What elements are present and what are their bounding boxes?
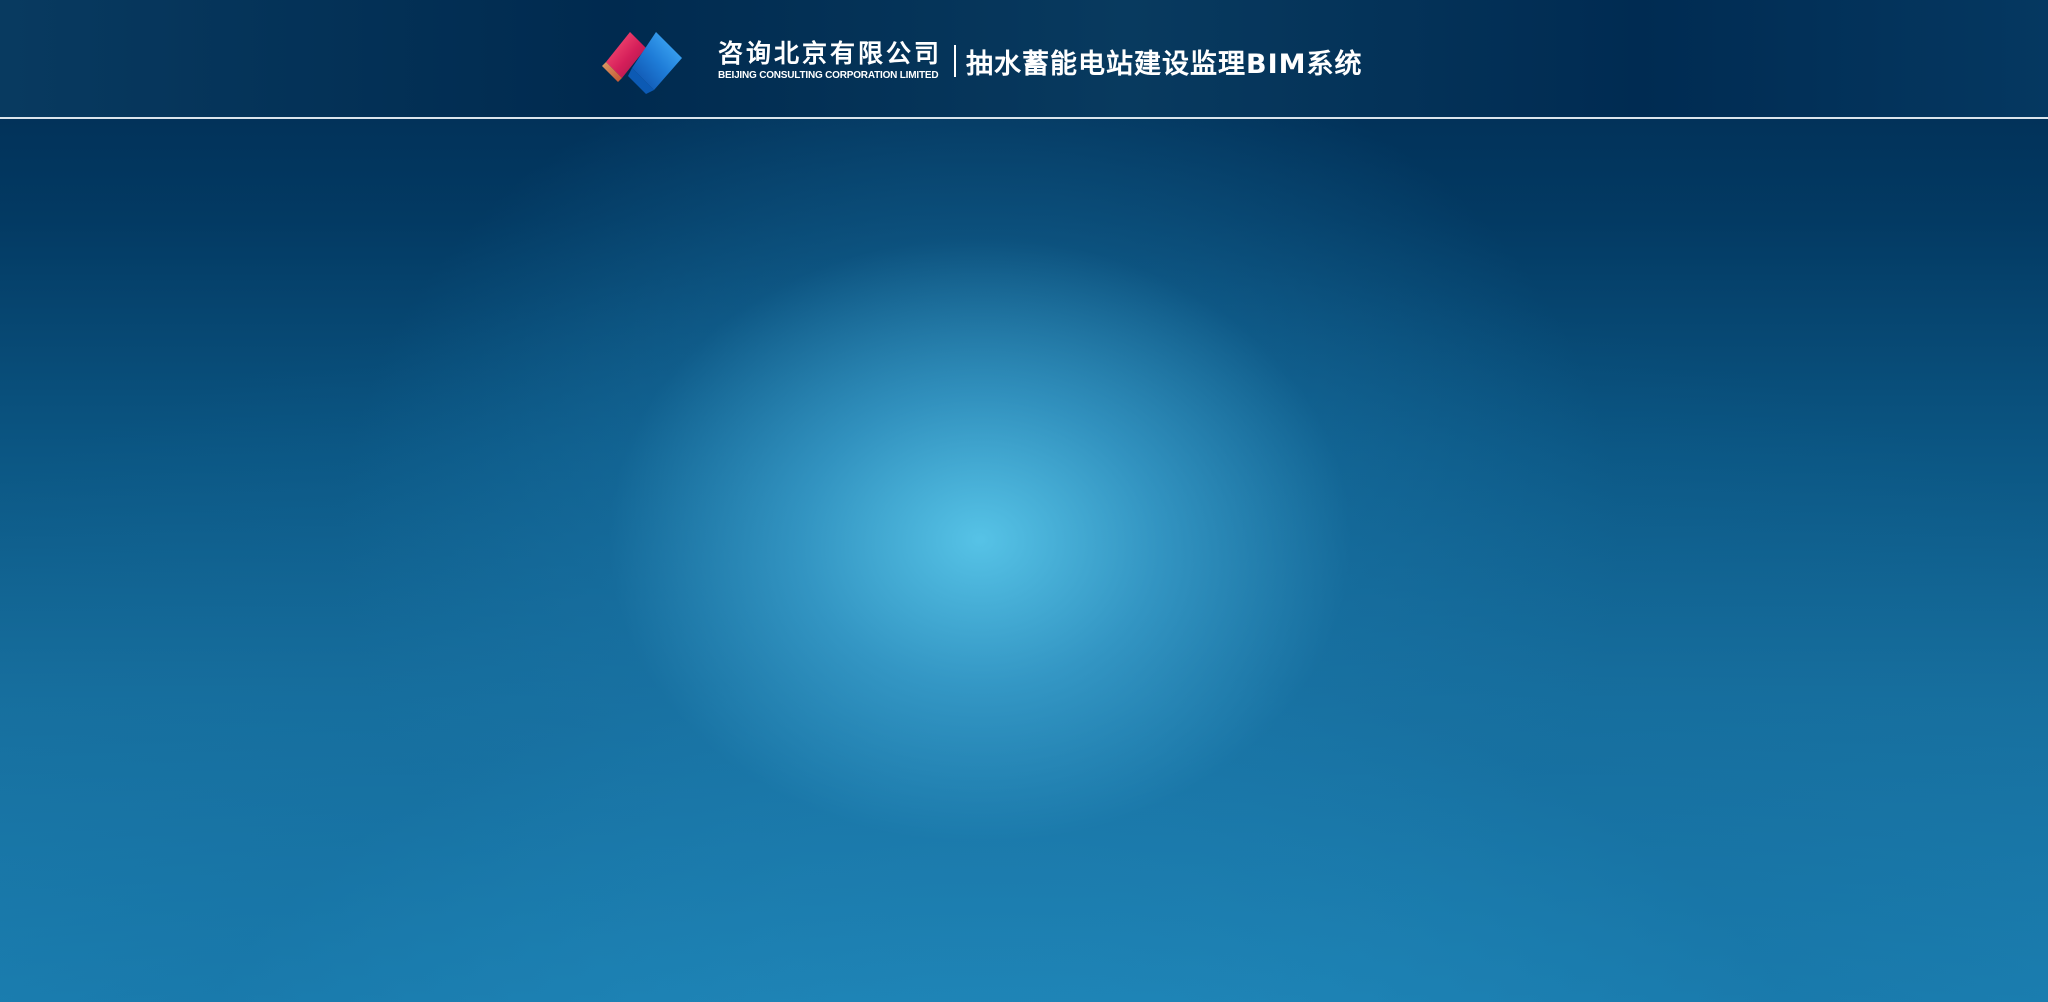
top-header: 咨询北京有限公司 BEIJING CONSULTING CORPORATION … bbox=[0, 0, 2048, 117]
brand-area: 咨询北京有限公司 BEIJING CONSULTING CORPORATION … bbox=[602, 28, 1363, 94]
header-separator-line bbox=[0, 117, 2048, 119]
company-name-en: BEIJING CONSULTING CORPORATION LIMITED bbox=[718, 70, 939, 81]
company-logo-icon bbox=[602, 32, 682, 94]
company-name: 咨询北京有限公司 BEIJING CONSULTING CORPORATION … bbox=[718, 40, 942, 82]
title-divider bbox=[954, 45, 957, 77]
company-name-cn: 咨询北京有限公司 bbox=[718, 39, 943, 68]
app-window: 咨询北京有限公司 BEIJING CONSULTING CORPORATION … bbox=[0, 0, 2048, 1002]
system-title: 抽水蓄能电站建设监理BIM系统 bbox=[966, 48, 1363, 80]
